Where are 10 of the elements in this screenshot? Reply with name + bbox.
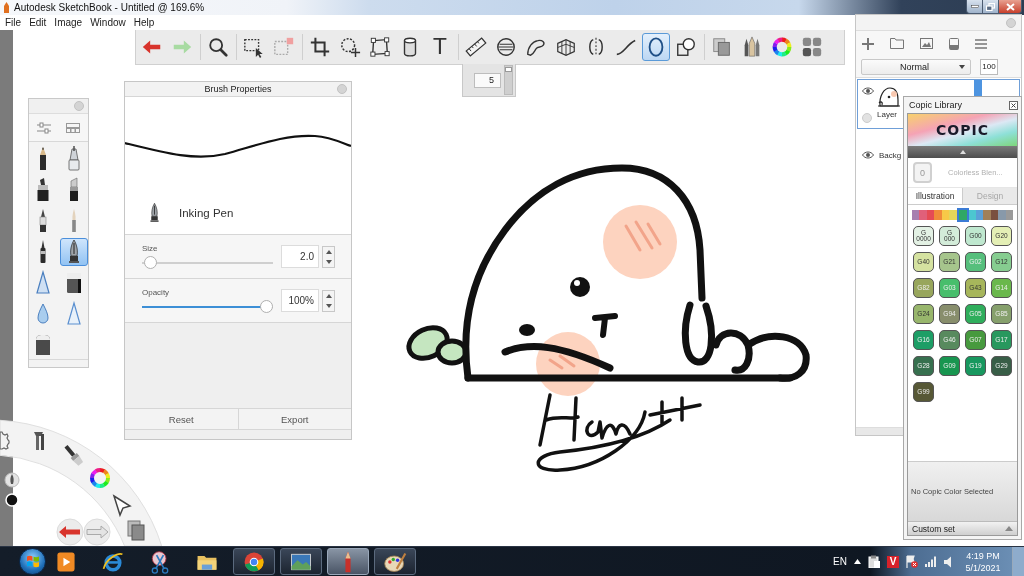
- panel-title: Brush Properties: [203, 84, 273, 94]
- layer-name: Backg: [879, 150, 902, 160]
- layer-name: Layer: [877, 110, 897, 119]
- brush-name: Inking Pen: [179, 207, 234, 219]
- window-title: Autodesk SketchBook - Untitled @ 169.6%: [14, 2, 205, 13]
- logo: COPIC: [936, 122, 989, 138]
- custom-set-label: Custom set: [912, 523, 955, 534]
- opacity-label: Opacity: [142, 288, 171, 298]
- size-label: Size: [142, 244, 159, 254]
- panel-title: Copic Library: [909, 100, 963, 110]
